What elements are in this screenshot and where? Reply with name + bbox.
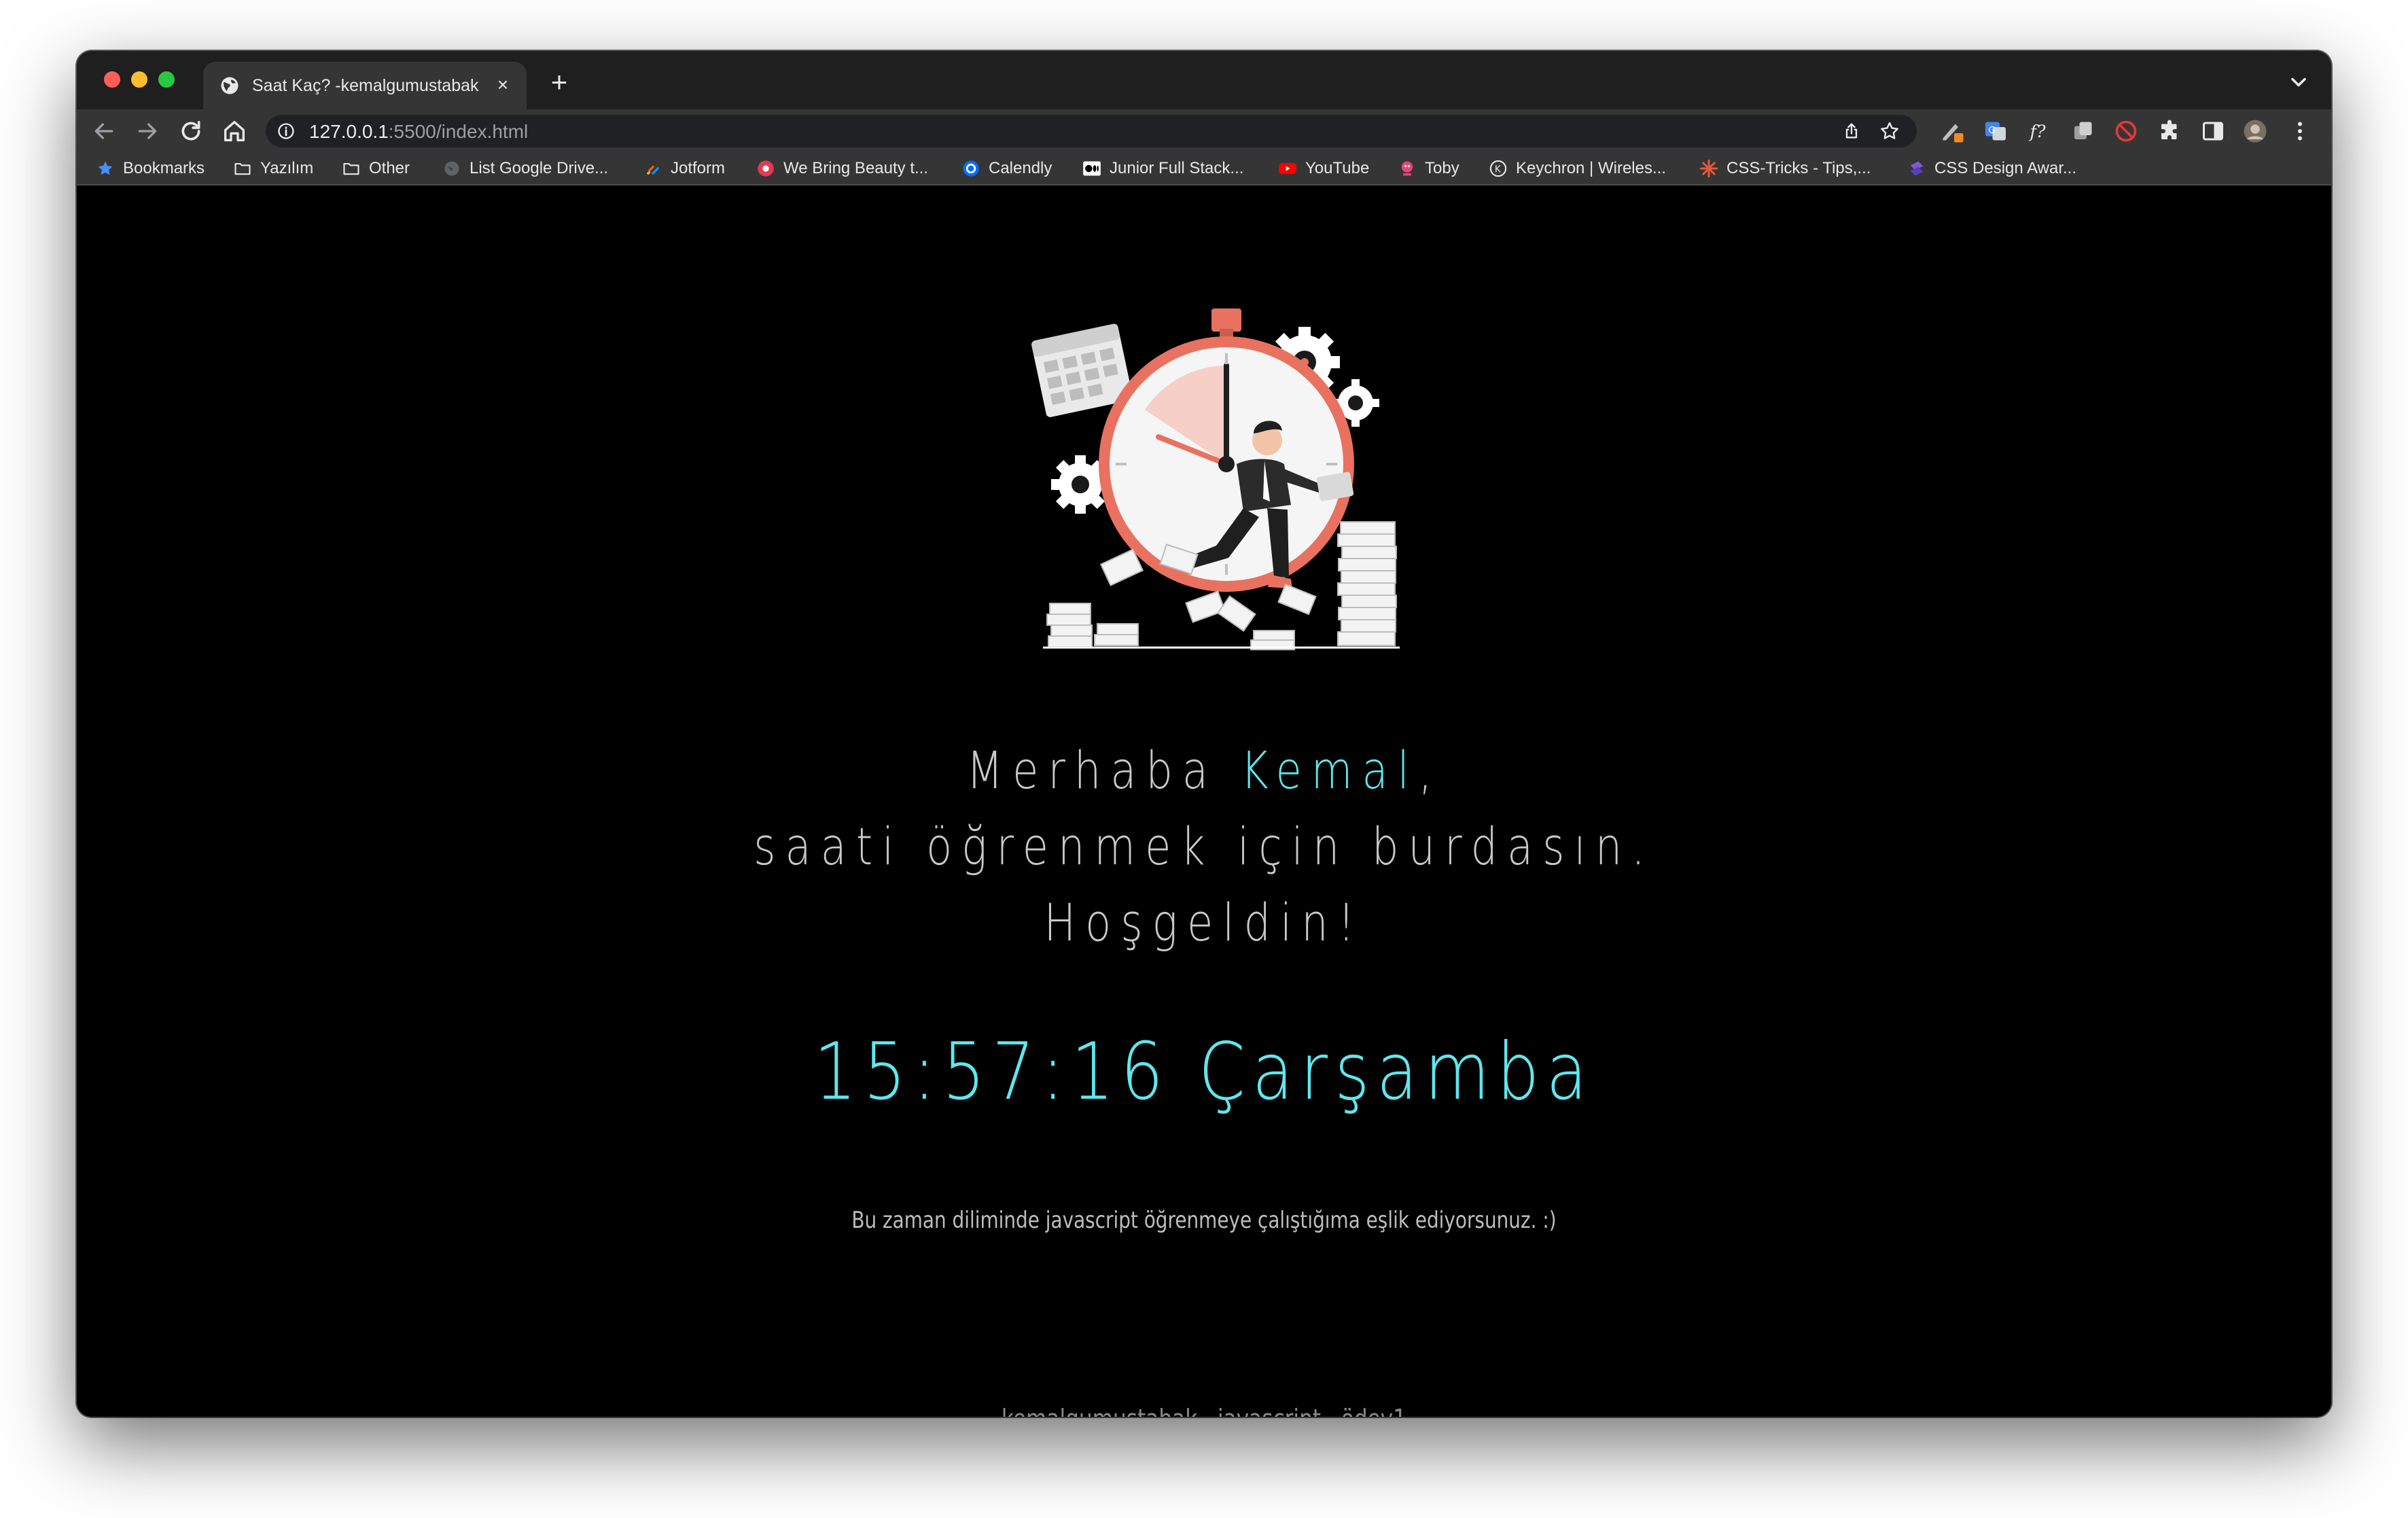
home-icon[interactable] <box>221 118 248 145</box>
bookmark-bookmarks[interactable]: Bookmarks <box>96 158 205 179</box>
bookmark-label: Junior Full Stack... <box>1110 159 1244 177</box>
bookmark-label: List Google Drive... <box>470 159 609 177</box>
back-arrow-icon[interactable] <box>90 118 118 145</box>
svg-text:f?: f? <box>2029 122 2046 142</box>
reload-icon[interactable] <box>177 118 205 145</box>
folder-icon <box>234 162 251 175</box>
url-path: :5500/index.html <box>388 121 529 142</box>
bookmark-label: Toby <box>1425 159 1459 177</box>
info-note: Bu zaman diliminde javascript öğrenmeye … <box>851 1207 1557 1234</box>
minimize-window-button[interactable] <box>131 71 147 88</box>
page-content: Merhaba Kemal, saati öğrenmek için burda… <box>77 186 2331 1417</box>
youtube-icon <box>1279 162 1296 175</box>
fonts-extension-icon[interactable]: f? <box>2027 119 2051 143</box>
bookmark-folder-other[interactable]: Other <box>342 158 410 179</box>
forward-arrow-icon[interactable] <box>134 118 161 145</box>
user-name: Kemal <box>1240 740 1419 800</box>
greeting-text: Merhaba Kemal, saati öğrenmek için burda… <box>280 732 2129 961</box>
bookmark-label: Keychron | Wireles... <box>1516 159 1666 177</box>
bookmark-folder-yazilim[interactable]: Yazılım <box>233 158 313 179</box>
cssda-icon <box>1910 161 1924 176</box>
bookmark-toby[interactable]: Toby <box>1398 158 1459 179</box>
bookmark-jotform[interactable]: Jotform <box>643 158 725 179</box>
jotform-icon <box>646 165 660 175</box>
clock-display: 15:57:16 Çarşamba <box>813 1026 1595 1118</box>
tab-title: Saat Kaç? -kemalgumustabak <box>252 76 479 95</box>
bookmark-label: We Bring Beauty t... <box>783 159 928 177</box>
svg-text:G: G <box>1989 125 1996 136</box>
greeting-line-1: Merhaba Kemal, <box>280 732 2129 809</box>
bookmark-keychron[interactable]: K Keychron | Wireles... <box>1489 158 1666 179</box>
greeting-suffix: , <box>1418 740 1442 800</box>
css-tricks-icon <box>1699 159 1718 178</box>
browser-window: Saat Kaç? -kemalgumustabak × + 127.0.0.1… <box>77 51 2331 1417</box>
greeting-prefix: Merhaba <box>966 740 1241 800</box>
calendly-icon <box>963 160 979 177</box>
bookmark-css-tricks[interactable]: CSS-Tricks - Tips,... <box>1699 158 1871 179</box>
bookmarks-bar: Bookmarks Yazılım Other List Google Driv… <box>77 153 2331 186</box>
puzzle-extensions-icon[interactable] <box>2157 119 2182 143</box>
url-host: 127.0.0.1 <box>309 121 389 142</box>
red-circle-icon <box>758 160 774 177</box>
bookmark-label: Calendly <box>989 159 1052 177</box>
toolbar: 127.0.0.1:5500/index.html G f? <box>77 109 2331 153</box>
side-panel-icon[interactable] <box>2201 119 2225 143</box>
bookmark-we-bring-beauty[interactable]: We Bring Beauty t... <box>756 158 928 179</box>
tab-strip: Saat Kaç? -kemalgumustabak × + <box>77 51 2331 109</box>
profile-avatar[interactable] <box>2243 119 2267 143</box>
more-menu-icon[interactable] <box>2288 119 2312 143</box>
bookmark-label: YouTube <box>1305 159 1370 177</box>
bookmark-label: CSS Design Awar... <box>1934 159 2076 177</box>
chevron-down-icon[interactable] <box>2286 70 2311 94</box>
new-tab-button[interactable]: + <box>546 68 573 96</box>
pen-extension-icon[interactable] <box>1940 119 1964 143</box>
bookmark-label: Yazılım <box>260 159 314 177</box>
copy-extension-icon[interactable] <box>2070 119 2095 143</box>
star-icon <box>98 161 113 175</box>
address-bar[interactable]: 127.0.0.1:5500/index.html <box>266 115 1917 147</box>
medium-icon <box>1083 161 1101 176</box>
bookmark-label: Other <box>369 159 410 177</box>
folder-icon <box>343 162 359 175</box>
bookmark-label: Bookmarks <box>123 159 205 177</box>
bookmark-calendly[interactable]: Calendly <box>961 158 1052 179</box>
svg-text:K: K <box>1495 164 1502 175</box>
greeting-line-2: saati öğrenmek için burdasın. <box>754 816 1654 877</box>
toby-icon <box>1401 161 1413 176</box>
blocker-extension-icon[interactable] <box>2114 119 2138 143</box>
translate-extension-icon[interactable]: G <box>1983 119 2008 143</box>
bookmark-youtube[interactable]: YouTube <box>1278 158 1369 179</box>
bookmark-label: CSS-Tricks - Tips,... <box>1727 159 1871 177</box>
info-icon[interactable] <box>277 122 296 141</box>
url-text[interactable]: 127.0.0.1:5500/index.html <box>309 121 528 143</box>
greeting-line-3: Hoşgeldin! <box>1044 892 1364 953</box>
stopwatch-illustration <box>1031 308 1400 650</box>
keychron-icon: K <box>1489 160 1507 177</box>
tab-active[interactable]: Saat Kaç? -kemalgumustabak × <box>203 62 527 109</box>
close-window-button[interactable] <box>104 71 120 88</box>
share-icon[interactable] <box>1842 122 1861 141</box>
zoom-window-button[interactable] <box>158 71 175 88</box>
tab-close-button[interactable]: × <box>491 73 514 96</box>
globe-icon <box>221 77 238 94</box>
bookmark-google-drive[interactable]: List Google Drive... <box>442 158 608 179</box>
bookmark-junior-full-stack[interactable]: Junior Full Stack... <box>1082 158 1243 179</box>
star-icon[interactable] <box>1879 120 1900 142</box>
globe-icon <box>444 161 459 176</box>
bookmark-label: Jotform <box>671 159 726 177</box>
bookmark-css-design-awards[interactable]: CSS Design Awar... <box>1907 158 2076 179</box>
page-footer: kemalgumustabak . javascript . ödev1 <box>280 1404 2129 1417</box>
traffic-lights <box>104 71 175 88</box>
